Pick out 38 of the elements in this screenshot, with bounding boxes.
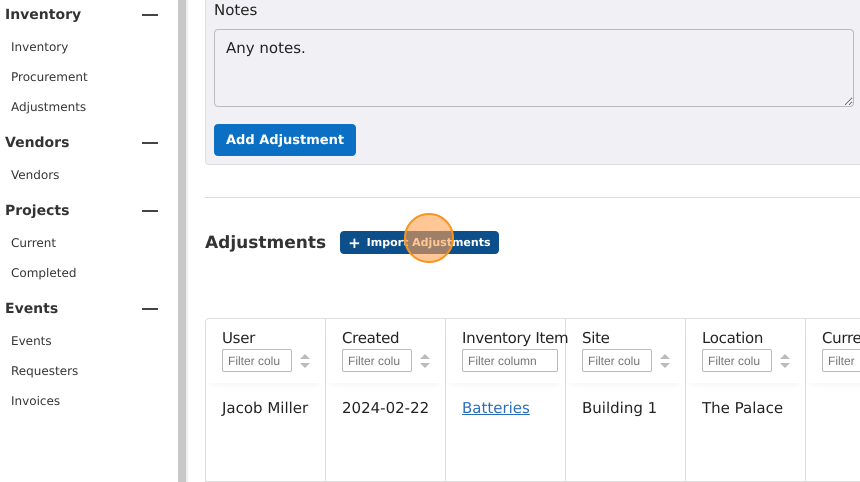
table-cell: 2024-02-22 xyxy=(342,399,430,417)
sidebar-item[interactable]: Procurement xyxy=(0,66,178,96)
sort-icon[interactable] xyxy=(660,352,670,368)
sidebar-item[interactable]: Invoices xyxy=(0,390,178,420)
column-header[interactable]: User xyxy=(222,329,325,347)
add-adjustment-button[interactable]: Add Adjustment xyxy=(214,124,356,156)
sidebar-item[interactable]: Inventory xyxy=(0,36,178,66)
table-cell: Building 1 xyxy=(582,399,658,417)
section-title: Events xyxy=(5,301,58,317)
notes-field[interactable]: Any notes. xyxy=(214,29,854,107)
section-title: Vendors xyxy=(5,135,70,151)
filter-field[interactable]: Filter colu xyxy=(222,349,292,372)
filter-field[interactable]: Filter column xyxy=(462,349,558,372)
sort-icon[interactable] xyxy=(300,352,310,368)
section-title: Inventory xyxy=(5,7,82,23)
table-cell: Jacob Miller xyxy=(222,399,308,417)
filter-field[interactable]: Filter colu xyxy=(582,349,652,372)
filter-field[interactable]: Filter colu xyxy=(342,349,412,372)
sidebar-item[interactable]: Vendors xyxy=(0,164,178,194)
column-header[interactable]: Inventory Item xyxy=(462,329,565,347)
sidebar-item[interactable]: Completed xyxy=(0,262,178,292)
notes-label: Notes xyxy=(214,0,258,21)
sidebar-item[interactable]: Events xyxy=(0,330,178,360)
section-title: Projects xyxy=(5,203,70,219)
filter-field[interactable]: Filter colu xyxy=(702,349,772,372)
filter-field[interactable]: Filter xyxy=(822,349,860,372)
scrollbar[interactable] xyxy=(178,0,188,482)
column-header[interactable]: Site xyxy=(582,329,685,347)
sidebar-item[interactable]: Requesters xyxy=(0,360,178,390)
table-cell: The Palace xyxy=(702,399,784,417)
section-heading: Adjustments xyxy=(205,232,326,252)
item-link[interactable]: Batteries xyxy=(462,399,530,417)
column-header[interactable]: Created xyxy=(342,329,445,347)
sort-icon[interactable] xyxy=(780,352,790,368)
sidebar-item[interactable]: Current xyxy=(0,232,178,262)
sidebar-item[interactable]: Adjustments xyxy=(0,96,178,126)
sort-icon[interactable] xyxy=(420,352,430,368)
column-header[interactable]: Location xyxy=(702,329,805,347)
